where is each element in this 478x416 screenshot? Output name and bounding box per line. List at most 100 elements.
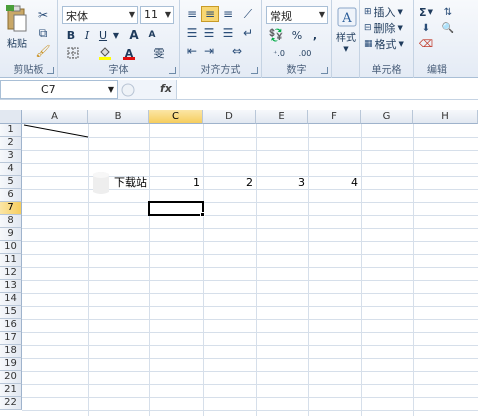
name-box[interactable]: C7 ▼ bbox=[0, 80, 118, 99]
row-header-15[interactable]: 15 bbox=[0, 306, 22, 319]
align-middle-button[interactable]: ≡ bbox=[201, 6, 219, 22]
formula-input[interactable] bbox=[176, 80, 478, 99]
insert-function-button[interactable]: fx bbox=[160, 82, 172, 95]
copy-button[interactable]: ⧉ bbox=[34, 26, 52, 40]
gridline bbox=[22, 397, 478, 398]
decrease-indent-icon: ⇤ bbox=[186, 44, 198, 58]
clipboard-group: 粘贴 ✂ ⧉ 🖌 剪贴板 bbox=[0, 0, 58, 78]
italic-button[interactable]: I bbox=[80, 28, 94, 42]
row-header-12[interactable]: 12 bbox=[0, 267, 22, 280]
font-launcher-icon[interactable] bbox=[169, 67, 176, 74]
align-bottom-button[interactable]: ≡ bbox=[220, 6, 236, 22]
column-header-c[interactable]: C bbox=[149, 110, 203, 124]
cell-f5[interactable]: 4 bbox=[309, 176, 358, 189]
delete-cells-button[interactable]: ⊟ 删除 ▼ bbox=[364, 21, 410, 35]
autosum-button[interactable]: Σ ▼ bbox=[416, 5, 436, 19]
increase-decimal-button[interactable]: ⁺.0 bbox=[268, 46, 290, 60]
sort-filter-button[interactable]: ⇅ bbox=[438, 5, 458, 19]
styles-button[interactable]: A bbox=[336, 6, 358, 28]
active-cell-c7[interactable] bbox=[148, 201, 204, 216]
row-header-3[interactable]: 3 bbox=[0, 150, 22, 163]
gridline bbox=[308, 124, 309, 416]
number-format-select[interactable]: 常规 ▼ bbox=[266, 6, 328, 24]
insert-cells-button[interactable]: ⊞ 插入 ▼ bbox=[364, 5, 410, 19]
format-cells-button[interactable]: ▦ 格式 ▼ bbox=[364, 37, 410, 51]
cell-c5[interactable]: 1 bbox=[150, 176, 200, 189]
wrap-text-button[interactable]: ↵ bbox=[238, 26, 258, 40]
number-group: 常规 ▼ 💱 % , ⁺.0 .00 数字 bbox=[262, 0, 332, 78]
percent-button[interactable]: % bbox=[290, 28, 304, 42]
row-header-21[interactable]: 21 bbox=[0, 384, 22, 397]
phonetic-button[interactable]: 雯 bbox=[150, 46, 168, 60]
select-all-corner[interactable] bbox=[0, 110, 22, 124]
chevron-down-icon: ▼ bbox=[397, 24, 403, 32]
row-header-18[interactable]: 18 bbox=[0, 345, 22, 358]
clear-button[interactable]: ⌫ bbox=[416, 37, 436, 51]
floating-picture[interactable] bbox=[89, 170, 113, 196]
font-name-select[interactable]: 宋体 ▼ bbox=[62, 6, 138, 24]
cell-e5[interactable]: 3 bbox=[257, 176, 305, 189]
decrease-indent-button[interactable]: ⇤ bbox=[184, 44, 200, 58]
column-header-e[interactable]: E bbox=[256, 110, 308, 124]
align-left-button[interactable]: ☰ bbox=[184, 26, 200, 40]
fill-button[interactable]: ⬇ bbox=[416, 21, 436, 35]
decrease-font-button[interactable]: A bbox=[144, 28, 160, 42]
row-header-1[interactable]: 1 bbox=[0, 124, 22, 137]
column-header-g[interactable]: G bbox=[361, 110, 413, 124]
name-box-value: C7 bbox=[41, 83, 56, 96]
row-header-9[interactable]: 9 bbox=[0, 228, 22, 241]
accounting-format-button[interactable]: 💱 bbox=[266, 28, 286, 42]
cell-b5[interactable]: 下载站 bbox=[114, 176, 147, 189]
row-header-8[interactable]: 8 bbox=[0, 215, 22, 228]
row-header-6[interactable]: 6 bbox=[0, 189, 22, 202]
row-header-20[interactable]: 20 bbox=[0, 371, 22, 384]
row-header-14[interactable]: 14 bbox=[0, 293, 22, 306]
cut-button[interactable]: ✂ bbox=[34, 8, 52, 22]
increase-font-button[interactable]: A bbox=[126, 28, 142, 42]
column-header-b[interactable]: B bbox=[88, 110, 149, 124]
row-header-16[interactable]: 16 bbox=[0, 319, 22, 332]
underline-button[interactable]: U bbox=[96, 28, 110, 42]
row-header-5[interactable]: 5 bbox=[0, 176, 22, 189]
row-header-2[interactable]: 2 bbox=[0, 137, 22, 150]
column-header-f[interactable]: F bbox=[308, 110, 361, 124]
decrease-decimal-button[interactable]: .00 bbox=[294, 46, 316, 60]
number-launcher-icon[interactable] bbox=[321, 67, 328, 74]
row-header-4[interactable]: 4 bbox=[0, 163, 22, 176]
formula-cancel-icon[interactable] bbox=[121, 83, 135, 97]
row-header-7[interactable]: 7 bbox=[0, 202, 22, 215]
row-header-17[interactable]: 17 bbox=[0, 332, 22, 345]
borders-button[interactable] bbox=[64, 46, 82, 60]
bold-button[interactable]: B bbox=[64, 28, 78, 42]
row-header-10[interactable]: 10 bbox=[0, 241, 22, 254]
row-header-13[interactable]: 13 bbox=[0, 280, 22, 293]
format-painter-button[interactable]: 🖌 bbox=[34, 44, 52, 58]
gridline bbox=[88, 124, 89, 416]
find-select-button[interactable]: 🔍 bbox=[438, 21, 458, 35]
font-color-button[interactable]: A bbox=[120, 46, 138, 60]
column-header-a[interactable]: A bbox=[22, 110, 88, 124]
align-right-button[interactable]: ☰ bbox=[220, 26, 236, 40]
fill-handle[interactable] bbox=[200, 212, 205, 217]
styles-dropdown[interactable]: ▼ bbox=[342, 44, 350, 54]
increase-indent-button[interactable]: ⇥ bbox=[201, 44, 217, 58]
underline-dropdown[interactable]: ▼ bbox=[112, 28, 120, 42]
column-header-h[interactable]: H bbox=[413, 110, 478, 124]
fill-color-button[interactable] bbox=[96, 46, 114, 60]
paste-button[interactable] bbox=[4, 4, 30, 34]
align-top-button[interactable]: ≡ bbox=[184, 6, 200, 22]
orientation-button[interactable]: ⟋ bbox=[238, 6, 258, 22]
gridline bbox=[22, 202, 478, 203]
clipboard-launcher-icon[interactable] bbox=[47, 67, 54, 74]
row-header-22[interactable]: 22 bbox=[0, 397, 22, 410]
cell-d5[interactable]: 2 bbox=[204, 176, 253, 189]
column-header-d[interactable]: D bbox=[203, 110, 256, 124]
comma-button[interactable]: , bbox=[308, 28, 322, 42]
row-header-11[interactable]: 11 bbox=[0, 254, 22, 267]
ribbon: 粘贴 ✂ ⧉ 🖌 剪贴板 宋体 ▼ 11 ▼ B I U ▼ A A A 雯 字… bbox=[0, 0, 478, 78]
align-center-button[interactable]: ☰ bbox=[201, 26, 217, 40]
merge-center-button[interactable]: ⇔ bbox=[224, 44, 250, 58]
font-size-select[interactable]: 11 ▼ bbox=[140, 6, 174, 24]
alignment-launcher-icon[interactable] bbox=[251, 67, 258, 74]
row-header-19[interactable]: 19 bbox=[0, 358, 22, 371]
